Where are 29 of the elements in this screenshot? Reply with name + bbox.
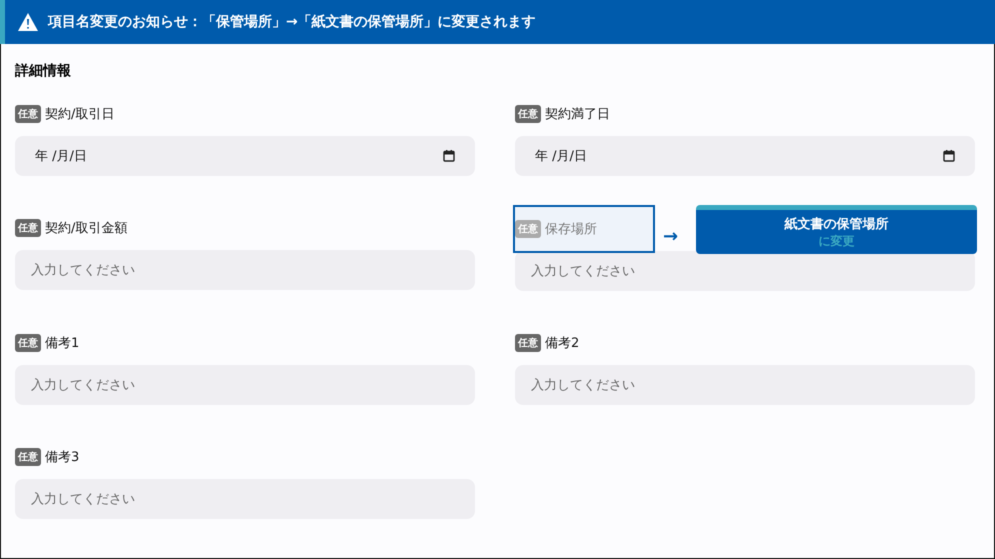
warning-icon xyxy=(18,13,38,31)
field-label: 保存場所 xyxy=(545,221,597,238)
field-label: 契約/取引日 xyxy=(45,106,114,123)
optional-badge: 任意 xyxy=(15,448,41,466)
date-field[interactable]: 年 /月/日 xyxy=(515,136,975,176)
section-title: 詳細情報 xyxy=(15,62,72,81)
optional-badge: 任意 xyxy=(15,219,41,237)
text-field[interactable]: 入力してください xyxy=(15,479,475,519)
text-field[interactable]: 入力してください xyxy=(515,251,975,291)
optional-badge: 任意 xyxy=(515,105,541,123)
arrow-text: → xyxy=(663,226,678,247)
field-label: 契約/取引金額 xyxy=(45,220,128,237)
optional-badge: 任意 xyxy=(515,220,541,238)
callout-subtitle: に変更 xyxy=(818,232,854,250)
field-label: 備考1 xyxy=(45,335,80,352)
optional-badge: 任意 xyxy=(15,105,41,123)
text-field[interactable]: 入力してください xyxy=(515,365,975,405)
field-label: 備考3 xyxy=(45,449,80,466)
text-field[interactable]: 入力してください xyxy=(15,250,475,290)
calendar-icon[interactable] xyxy=(943,150,955,162)
date-field[interactable]: 年 /月/日 xyxy=(15,136,475,176)
notice-text: 項目名変更のお知らせ：「保管場所」→「紙文書の保管場所」に変更されます xyxy=(48,13,536,31)
field-label: 備考2 xyxy=(545,335,580,352)
optional-badge: 任意 xyxy=(515,334,541,352)
calendar-icon[interactable] xyxy=(443,150,455,162)
text-field[interactable]: 入力してください xyxy=(15,365,475,405)
callout-title: 紙文書の保管場所 xyxy=(784,216,888,232)
optional-badge: 任意 xyxy=(15,334,41,352)
field-label: 契約満了日 xyxy=(545,106,610,123)
